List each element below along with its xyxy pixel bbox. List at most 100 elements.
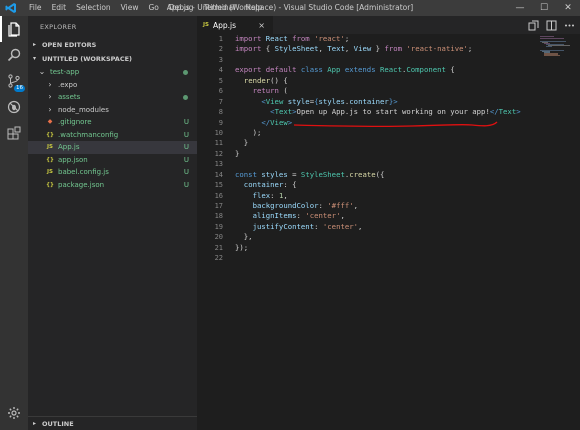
line-number-gutter: 1 2 3 4 5 6 7 8 9 10 11 12 13 14 15 16 17 18 19 20 21 22 (197, 34, 225, 264)
code-token: View (353, 44, 376, 54)
line-number: 16 (214, 191, 223, 200)
outline-label: OUTLINE (42, 419, 74, 428)
tree-item-label: .expo (58, 80, 78, 89)
close-window-icon[interactable]: ✕ (556, 0, 580, 16)
code-token: () { (270, 75, 288, 85)
workspace-label: UNTITLED (WORKSPACE) (42, 55, 133, 63)
maximize-icon[interactable]: ☐ (532, 0, 556, 16)
git-status-badge: U (183, 155, 189, 164)
code-token: 'react' (314, 34, 345, 43)
tree-item-gitignore[interactable]: ◆ .gitignore U (28, 116, 197, 129)
explorer-files-icon[interactable] (0, 16, 28, 42)
git-status-badge: U (183, 130, 189, 139)
open-changes-icon[interactable] (526, 18, 540, 32)
code-token: ; (344, 34, 350, 43)
tab-app-js[interactable]: JS App.js × (197, 16, 273, 34)
line-number: 5 (218, 76, 223, 85)
search-icon[interactable] (0, 42, 28, 68)
code-token: </ (489, 107, 499, 117)
close-tab-icon[interactable]: × (258, 21, 265, 30)
json-file-icon: {} (46, 156, 54, 163)
menu-go[interactable]: Go (143, 0, 163, 16)
line-number: 6 (218, 87, 223, 96)
javascript-file-icon: JS (203, 22, 210, 28)
tree-item-app-json[interactable]: {} app.json U (28, 154, 197, 167)
menu-file[interactable]: File (24, 0, 47, 16)
tree-item-watchmanconfig[interactable]: {} .watchmanconfig U (28, 129, 197, 142)
code-token: render (243, 75, 271, 85)
code-token: { (450, 65, 455, 75)
code-token: > (516, 107, 521, 117)
code-token: View (265, 96, 288, 106)
code-token: }); (235, 242, 249, 252)
workspace-section[interactable]: ▾ UNTITLED (WORKSPACE) (28, 52, 197, 66)
code-token: '#fff' (327, 201, 354, 210)
tree-item-package-json[interactable]: {} package.json U (28, 179, 197, 192)
code-token: Component (406, 65, 451, 75)
code-token: from (384, 44, 407, 54)
outline-section[interactable]: ▸ OUTLINE (28, 416, 197, 430)
code-line: flex: 1, (235, 191, 521, 201)
code-token: extends (344, 65, 380, 75)
menu-edit[interactable]: Edit (47, 0, 72, 16)
code-token: = (292, 169, 301, 179)
tree-item-label: test-app (50, 68, 80, 76)
code-token: StyleSheet (274, 44, 319, 54)
code-editor[interactable]: 1 2 3 4 5 6 7 8 9 10 11 12 13 14 15 16 17 18 19 20 21 22 impo… (197, 34, 580, 430)
code-token: StyleSheet (300, 169, 345, 179)
editor-tab-bar: JS App.js × (197, 16, 580, 34)
menu-terminal[interactable]: Terminal (199, 0, 241, 16)
tree-item-test-app[interactable]: ⌄ test-app (28, 66, 197, 79)
code-line: } (235, 138, 521, 148)
more-actions-icon[interactable] (562, 18, 576, 32)
tree-item-assets[interactable]: › assets (28, 91, 197, 104)
modified-dot-icon (183, 70, 188, 75)
code-token: App (327, 65, 345, 75)
settings-gear-icon[interactable] (0, 400, 28, 426)
split-editor-icon[interactable] (544, 18, 558, 32)
tree-item-babel-config-js[interactable]: JS babel.config.js U (28, 166, 197, 179)
code-token: 'center' (322, 221, 359, 231)
code-line: }, (235, 232, 521, 242)
git-status-badge: U (183, 118, 189, 126)
code-lines[interactable]: import React from 'react'; import { Style… (235, 34, 521, 264)
menu-selection[interactable]: Selection (71, 0, 116, 16)
minimize-icon[interactable]: — (508, 0, 532, 16)
code-token: : (270, 190, 279, 200)
menu-help[interactable]: Help (240, 0, 267, 16)
code-token: ; (467, 44, 473, 54)
javascript-file-icon: JS (46, 169, 53, 175)
code-token: ); (235, 127, 262, 137)
source-control-icon[interactable]: 16 (0, 68, 28, 94)
code-token: styles (261, 169, 293, 179)
javascript-file-icon: JS (46, 144, 53, 150)
code-token: import (235, 34, 266, 43)
menu-view[interactable]: View (116, 0, 144, 16)
open-editors-section[interactable]: ▸ OPEN EDITORS (28, 38, 197, 52)
tree-item-node-modules[interactable]: › node_modules (28, 104, 197, 117)
debug-icon[interactable] (0, 94, 28, 120)
code-token: return (252, 86, 284, 96)
menu-debug[interactable]: Debug (164, 0, 199, 16)
tree-item-expo[interactable]: › .expo (28, 79, 197, 92)
code-token: class (300, 65, 328, 75)
code-token: : (296, 211, 306, 221)
code-token: Text (327, 44, 345, 54)
extensions-icon[interactable] (0, 120, 28, 146)
code-line: return ( (235, 86, 521, 96)
code-token: } (235, 138, 249, 148)
code-token: , (353, 201, 359, 210)
git-status-badge: U (183, 143, 189, 151)
minimap[interactable] (540, 36, 570, 60)
tab-label: App.js (213, 20, 237, 30)
code-token: backgroundColor (252, 201, 319, 210)
code-token: ({ (375, 169, 385, 179)
code-line: } (235, 149, 521, 159)
vscode-logo-icon (4, 1, 18, 15)
chevron-right-icon: ▸ (33, 41, 37, 48)
code-token: 'center' (305, 211, 341, 221)
tree-item-app-js[interactable]: JS App.js U (28, 141, 197, 154)
